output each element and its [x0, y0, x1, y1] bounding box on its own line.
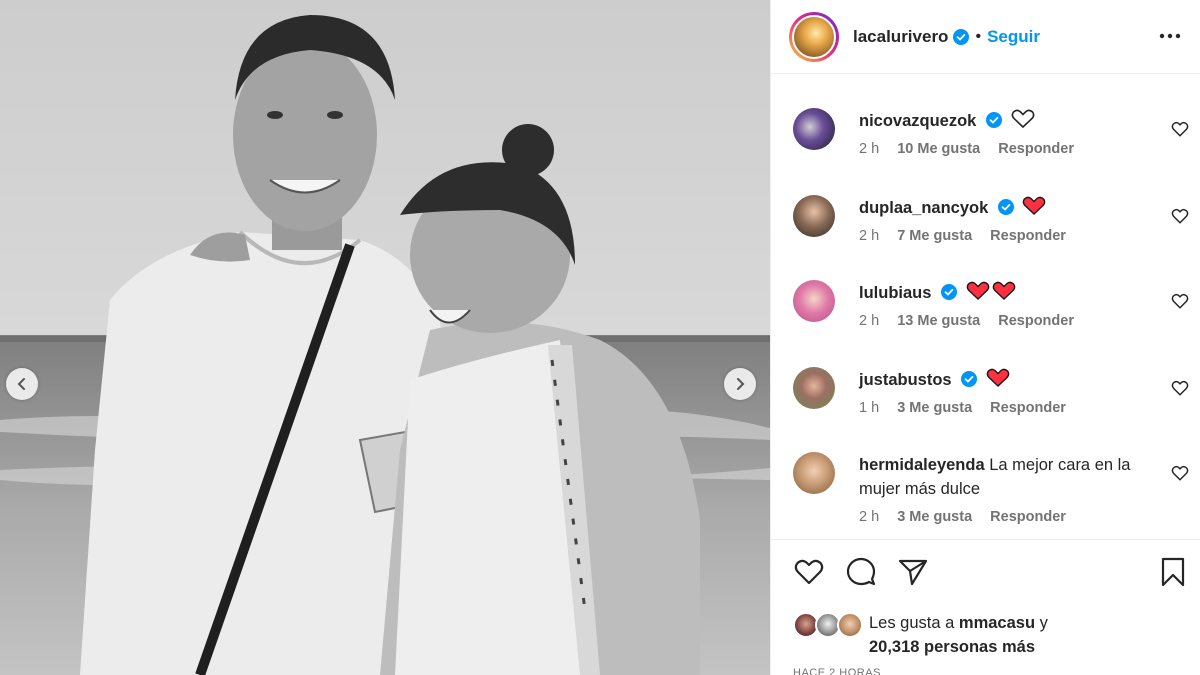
author-avatar[interactable] [789, 11, 839, 62]
comment-avatar[interactable] [793, 452, 835, 494]
heart-icon[interactable] [1171, 120, 1189, 138]
comment-username[interactable]: nicovazquezok [859, 112, 976, 130]
verified-badge-icon [961, 371, 978, 387]
comment-reply-button[interactable]: Responder [990, 228, 1066, 244]
comment-meta: 2 h 3 Me gusta Responder [859, 509, 1163, 525]
comment-username[interactable]: lulubiaus [859, 284, 931, 302]
comment-icon[interactable] [845, 556, 877, 588]
verified-badge-icon [953, 28, 970, 45]
likes-text: Les gusta a mmacasu y 20,318 personas má… [869, 611, 1048, 659]
post-header: lacalurivero • Seguir [771, 0, 1200, 74]
verified-badge-icon [941, 284, 958, 300]
comment-meta: 2 h 10 Me gusta Responder [859, 141, 1163, 157]
red-heart-emoji-icon [1023, 196, 1046, 215]
comment-avatar[interactable] [793, 280, 835, 322]
comment-reply-button[interactable]: Responder [990, 509, 1066, 525]
chevron-left-icon [17, 378, 25, 390]
carousel-next-button[interactable] [724, 368, 756, 400]
author-avatar-image [792, 14, 836, 59]
red-heart-emoji-icon [966, 281, 1015, 300]
comment-time: 2 h [859, 313, 880, 329]
more-options-icon[interactable] [1158, 26, 1182, 46]
comment-username[interactable]: hermidaleyenda [859, 456, 985, 474]
liker-avatar[interactable] [837, 612, 863, 638]
comment-username[interactable]: justabustos [859, 371, 952, 389]
comment-like-count[interactable]: 3 Me gusta [897, 400, 972, 416]
comment-like-count[interactable]: 7 Me gusta [897, 228, 972, 244]
like-post-icon[interactable] [793, 556, 825, 588]
comment-meta: 2 h 7 Me gusta Responder [859, 228, 1163, 244]
comment-time: 1 h [859, 400, 880, 416]
bookmark-icon[interactable] [1157, 556, 1189, 588]
comment-meta: 2 h 13 Me gusta Responder [859, 313, 1163, 329]
comment-time: 2 h [859, 228, 880, 244]
comment-like-count[interactable]: 10 Me gusta [897, 141, 980, 157]
heart-icon[interactable] [1171, 292, 1189, 310]
comment-reply-button[interactable]: Responder [998, 313, 1074, 329]
post-photo [0, 0, 770, 675]
post-side-panel: lacalurivero • Seguir nicovazquezok 2 h … [770, 0, 1200, 675]
separator-dot: • [975, 27, 982, 45]
actions-divider [771, 539, 1200, 540]
heart-icon[interactable] [1171, 379, 1189, 397]
photo-illustration [0, 0, 770, 675]
white-heart-emoji-icon [1011, 109, 1034, 129]
comment-like-count[interactable]: 3 Me gusta [897, 509, 972, 525]
comment-time: 2 h [859, 509, 880, 525]
author-username[interactable]: lacalurivero [853, 27, 948, 47]
paper-plane-icon[interactable] [897, 556, 929, 588]
post-timestamp: HACE 2 HORAS [793, 667, 881, 675]
carousel-prev-button[interactable] [6, 368, 38, 400]
red-heart-emoji-icon [986, 368, 1010, 387]
likes-prefix: Les gusta a [869, 614, 959, 632]
comment-time: 2 h [859, 141, 880, 157]
comment-avatar[interactable] [793, 367, 835, 409]
comment-meta: 1 h 3 Me gusta Responder [859, 400, 1163, 416]
comment-reply-button[interactable]: Responder [998, 141, 1074, 157]
heart-icon[interactable] [1171, 464, 1189, 482]
comment-avatar[interactable] [793, 195, 835, 237]
follow-button[interactable]: Seguir [987, 27, 1040, 47]
comment-like-count[interactable]: 13 Me gusta [897, 313, 980, 329]
heart-icon[interactable] [1171, 207, 1189, 225]
verified-badge-icon [985, 112, 1002, 128]
comment-reply-button[interactable]: Responder [990, 400, 1066, 416]
comment-username[interactable]: duplaa_nancyok [859, 199, 988, 217]
chevron-right-icon [737, 378, 745, 390]
comments-list: nicovazquezok 2 h 10 Me gusta Responder [771, 74, 1200, 539]
likes-user-link[interactable]: mmacasu [959, 614, 1035, 632]
likes-middle: y [1035, 614, 1048, 632]
verified-badge-icon [997, 199, 1014, 215]
comment-avatar[interactable] [793, 108, 835, 150]
likes-count-link[interactable]: 20,318 personas más [869, 638, 1035, 656]
